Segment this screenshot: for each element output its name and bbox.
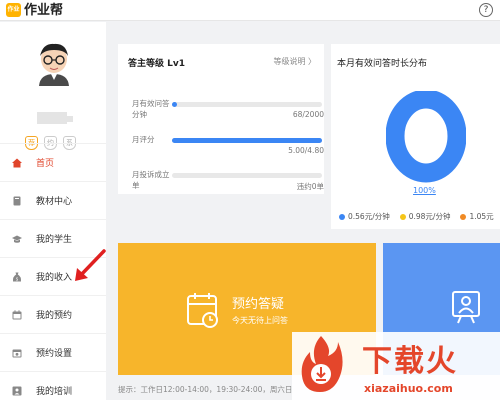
site-watermark: 下载火 xiazaihuo.com — [292, 332, 500, 400]
sidebar-item-my-bookings[interactable]: 我的预约 — [0, 295, 106, 333]
distribution-title: 本月有效问答时长分布 — [337, 59, 428, 69]
donut-ring — [386, 91, 466, 183]
svg-text:$: $ — [16, 276, 19, 281]
legend-dot — [460, 214, 467, 220]
user-level-placeholder — [67, 116, 73, 122]
donut-percent-label[interactable]: 100% — [413, 186, 436, 195]
legend-item: 0.56元/分钟 — [339, 211, 390, 222]
working-hours-hint: 提示：工作日12:00-14:00，19:30-24:00，周六日 — [118, 385, 293, 394]
sidebar-item-my-training[interactable]: 我的培训 — [0, 371, 106, 400]
stat-value: 违约0单 — [296, 182, 324, 191]
sidebar: 荐 约 系 首页 教材中心 我的学生 $ 我的收入 我的预约 预约设置 我的培训 — [0, 22, 106, 400]
calendar-clock-icon — [187, 293, 218, 328]
help-icon[interactable]: ? — [479, 3, 493, 17]
sidebar-item-textbook-center[interactable]: 教材中心 — [0, 181, 106, 219]
teacher-board-icon — [452, 291, 480, 324]
sidebar-item-label: 我的学生 — [36, 235, 73, 245]
sidebar-item-label: 教材中心 — [36, 197, 73, 207]
stat-value: 5.00/4.80 — [288, 146, 324, 155]
sidebar-item-label: 首页 — [36, 159, 55, 169]
graduation-cap-icon — [12, 234, 22, 244]
progress-track — [172, 173, 322, 178]
home-icon — [12, 158, 22, 168]
stat-label: 月投诉成立单 — [132, 170, 170, 190]
top-bar: 作业 作业帮 ? — [0, 0, 500, 21]
watermark-text: 下载火 — [362, 344, 458, 379]
stat-label: 月评分 — [132, 135, 155, 144]
avatar[interactable] — [35, 42, 73, 86]
answer-time-distribution-card: 本月有效问答时长分布 100% 0.56元/分钟 0.98元/分钟 1.05元 — [331, 44, 500, 229]
calendar-icon — [12, 309, 22, 320]
sidebar-item-home[interactable]: 首页 — [0, 143, 106, 181]
sidebar-item-label: 我的培训 — [36, 387, 73, 397]
legend-item: 1.05元 — [460, 211, 494, 222]
booking-title: 预约答疑 — [232, 297, 285, 312]
chart-legend: 0.56元/分钟 0.98元/分钟 1.05元 — [339, 211, 494, 222]
legend-dot — [339, 214, 345, 220]
sidebar-item-label: 预约设置 — [36, 349, 73, 359]
sidebar-item-booking-settings[interactable]: 预约设置 — [0, 333, 106, 371]
level-card: 答主等级 Lv1 等级说明 〉 月有效问答分钟 68/2000 月评分 5.00… — [118, 44, 324, 194]
level-explain-link[interactable]: 等级说明 〉 — [273, 56, 316, 67]
book-icon — [12, 196, 22, 206]
level-title: 答主等级 Lv1 — [128, 59, 185, 69]
progress-track — [172, 138, 322, 143]
sidebar-item-label: 我的收入 — [36, 273, 73, 283]
legend-label: 0.98元/分钟 — [408, 212, 451, 221]
legend-dot — [399, 214, 406, 220]
sidebar-item-label: 我的预约 — [36, 311, 73, 321]
user-name-placeholder — [37, 112, 67, 124]
booking-subtitle: 今天无待上问答 — [232, 316, 288, 325]
legend-item: 0.98元/分钟 — [399, 211, 451, 222]
legend-label: 1.05元 — [469, 212, 494, 221]
app-logo[interactable]: 作业 — [6, 3, 21, 17]
money-bag-icon: $ — [12, 272, 22, 282]
stat-value: 68/2000 — [292, 110, 324, 119]
app-name: 作业帮 — [24, 3, 64, 18]
annotation-arrow-icon — [75, 249, 106, 281]
flame-logo-icon — [301, 336, 343, 392]
watermark-url: xiazaihuo.com — [364, 382, 453, 395]
calendar-settings-icon — [12, 348, 22, 358]
training-icon — [12, 386, 22, 396]
progress-track — [172, 102, 322, 107]
stat-label: 月有效问答分钟 — [132, 99, 170, 119]
legend-label: 0.56元/分钟 — [348, 212, 390, 221]
progress-fill — [172, 138, 322, 143]
progress-fill — [172, 102, 178, 107]
